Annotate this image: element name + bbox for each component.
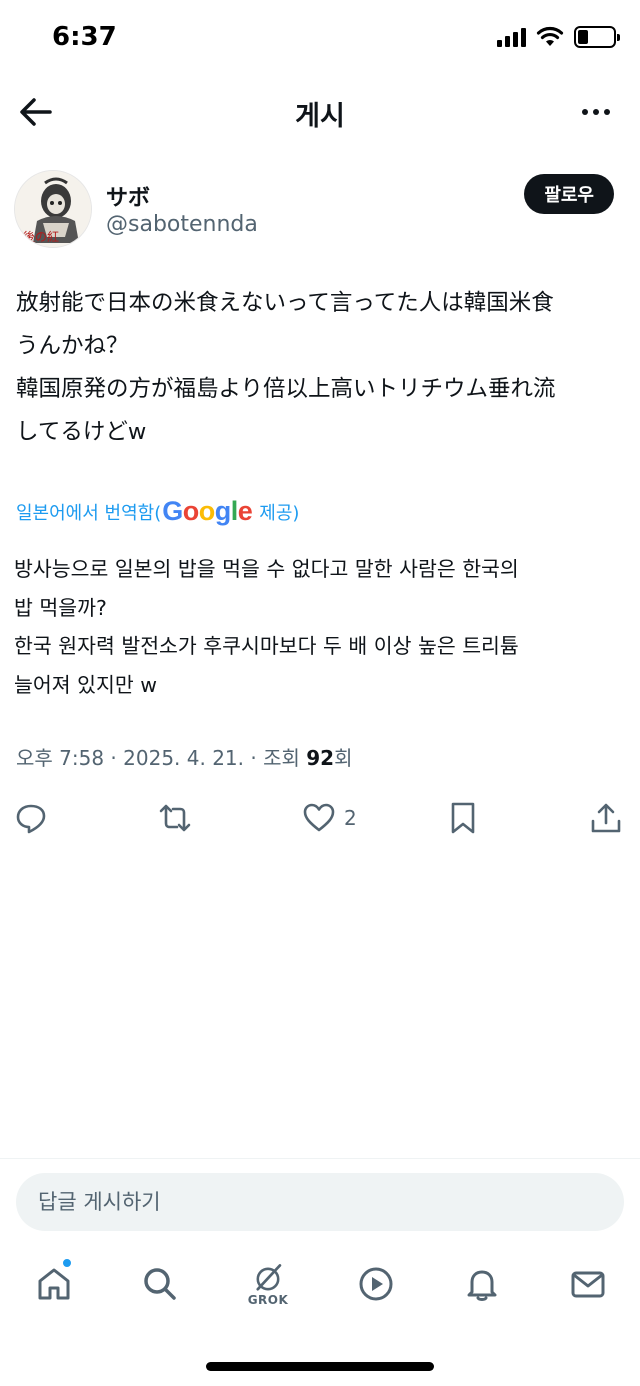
avatar-text: 後の紅 — [23, 230, 59, 244]
avatar-illustration: 後の紅 — [15, 171, 91, 247]
bottom-navigation: GROK — [0, 1252, 640, 1322]
grok-label: GROK — [247, 1292, 289, 1307]
reply-input[interactable] — [16, 1173, 624, 1231]
view-count: 92 — [306, 746, 335, 770]
reply-icon — [16, 804, 46, 834]
nav-video[interactable] — [344, 1252, 408, 1316]
nav-grok[interactable]: GROK — [236, 1252, 300, 1316]
video-icon — [359, 1267, 393, 1301]
timestamp: 오후 7:58 · 2025. 4. 21. · 조회 — [16, 746, 307, 770]
home-icon — [38, 1268, 70, 1300]
translation-suffix: 제공) — [259, 502, 300, 524]
messages-icon — [571, 1271, 605, 1298]
repost-button[interactable] — [158, 796, 192, 840]
view-suffix: 회 — [334, 746, 353, 770]
reply-button[interactable] — [14, 796, 48, 840]
google-logo: Google — [162, 496, 253, 526]
more-horizontal-icon — [582, 109, 588, 115]
translation-attribution[interactable]: 일본어에서 번역함( Google 제공) — [16, 496, 299, 527]
nav-messages[interactable] — [556, 1252, 620, 1316]
battery-icon — [574, 26, 620, 48]
avatar[interactable]: 後の紅 — [14, 170, 92, 248]
notifications-icon — [467, 1270, 497, 1301]
share-icon — [591, 803, 621, 833]
tweet-author: 後の紅 サボ @sabotennda 팔로우 — [14, 170, 626, 250]
top-header: 게시 — [0, 80, 640, 144]
bookmark-icon — [451, 802, 475, 834]
wifi-icon — [536, 26, 564, 46]
user-handle[interactable]: @sabotennda — [106, 212, 258, 237]
nav-home[interactable] — [22, 1252, 86, 1316]
grok-icon — [256, 1263, 282, 1291]
tweet-meta: 오후 7:58 · 2025. 4. 21. · 조회 92회 — [16, 742, 352, 771]
display-name[interactable]: サボ — [106, 180, 150, 212]
home-indicator — [206, 1362, 434, 1371]
nav-search[interactable] — [128, 1252, 192, 1316]
notification-dot — [62, 1258, 72, 1268]
tweet-actions: 2 — [0, 796, 640, 840]
bookmark-button[interactable] — [446, 796, 480, 840]
cellular-signal-icon — [497, 27, 526, 47]
translated-text: 방사능으로 일본의 밥을 먹을 수 없다고 말한 사람은 한국의 밥 먹을까? … — [14, 557, 519, 697]
like-button[interactable]: 2 — [302, 796, 357, 840]
translation-prefix: 일본어에서 번역함( — [16, 502, 162, 524]
page-title: 게시 — [295, 101, 345, 132]
nav-notifications[interactable] — [450, 1252, 514, 1316]
like-count: 2 — [344, 806, 357, 830]
more-options-button[interactable] — [576, 94, 616, 130]
status-time: 6:37 — [52, 22, 117, 52]
status-bar: 6:37 — [0, 0, 640, 80]
tweet-text: 放射能で日本の米食えないって言ってた人は韓国米食 うんかね？ 韓国原発の方が福島… — [16, 290, 556, 445]
reply-box — [16, 1173, 624, 1231]
share-button[interactable] — [589, 796, 623, 840]
repost-icon — [159, 804, 191, 832]
follow-button[interactable]: 팔로우 — [524, 174, 614, 214]
search-icon — [144, 1268, 176, 1300]
divider — [0, 1158, 640, 1159]
heart-icon — [303, 803, 335, 832]
status-icons — [497, 26, 620, 48]
